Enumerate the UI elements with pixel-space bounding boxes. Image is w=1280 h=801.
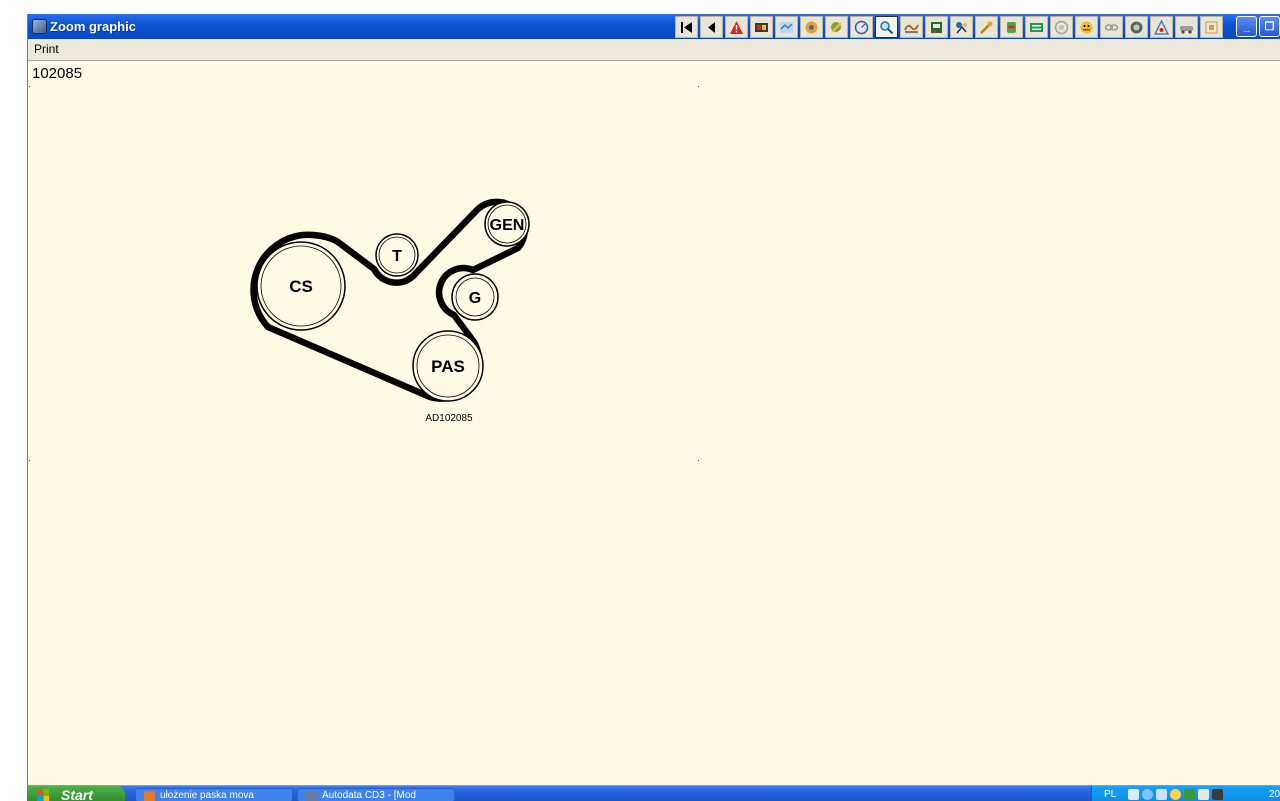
pulley-cs: CS bbox=[257, 242, 345, 330]
repair-button[interactable] bbox=[950, 16, 973, 38]
warning-button[interactable] bbox=[725, 16, 748, 38]
gauge-button[interactable] bbox=[850, 16, 873, 38]
pulley-label-pas: PAS bbox=[431, 357, 465, 376]
engine-data-button[interactable] bbox=[750, 16, 773, 38]
belt-button[interactable] bbox=[900, 16, 923, 38]
key-button[interactable] bbox=[975, 16, 998, 38]
menu-bar: Print bbox=[28, 39, 1280, 61]
maximize-button[interactable]: ❐ bbox=[1259, 16, 1280, 37]
start-label: Start bbox=[61, 787, 93, 801]
security-icon[interactable] bbox=[1170, 789, 1181, 800]
maximize-icon: ❐ bbox=[1265, 20, 1275, 33]
pulley-label-gen: GEN bbox=[490, 217, 525, 234]
system-tray: PL 20 bbox=[1091, 786, 1280, 801]
zoom-graphic-button[interactable] bbox=[875, 16, 898, 38]
lift-button[interactable] bbox=[925, 16, 948, 38]
previous-button[interactable] bbox=[700, 16, 723, 38]
vehicle-button[interactable] bbox=[1175, 16, 1198, 38]
clock[interactable]: 20 bbox=[1269, 789, 1280, 800]
figure-code: AD102085 bbox=[425, 413, 473, 424]
display-icon[interactable] bbox=[1198, 789, 1209, 800]
pulley-label-g: G bbox=[469, 290, 481, 307]
pulley-t: T bbox=[376, 234, 418, 276]
pulley-g: G bbox=[452, 274, 498, 320]
key-icon bbox=[979, 20, 994, 35]
chain-icon bbox=[1104, 20, 1119, 35]
adjustment-icon bbox=[779, 20, 794, 35]
volume-icon[interactable] bbox=[1212, 789, 1223, 800]
gauge-icon bbox=[854, 20, 869, 35]
title-bar[interactable]: Zoom graphic bbox=[28, 14, 1280, 39]
frame-mark-br bbox=[698, 460, 699, 461]
lamp-button[interactable] bbox=[1150, 16, 1173, 38]
taskbar-item-label: Autodata CD3 - [Mod bbox=[322, 790, 416, 801]
wiring-icon bbox=[1029, 20, 1044, 35]
lamp-icon bbox=[1154, 20, 1169, 35]
network-icon[interactable] bbox=[1142, 789, 1153, 800]
wrench-icon bbox=[829, 20, 844, 35]
frame-mark-bl bbox=[29, 460, 30, 461]
tyre-icon bbox=[1129, 20, 1144, 35]
service-icon bbox=[804, 20, 819, 35]
start-button[interactable]: Start bbox=[27, 786, 125, 801]
adjustment-button[interactable] bbox=[775, 16, 798, 38]
zoom-graphic-window: Zoom graphic bbox=[27, 14, 1280, 785]
belt-icon bbox=[904, 20, 919, 35]
update-icon[interactable] bbox=[1184, 789, 1195, 800]
tyre-button[interactable] bbox=[1125, 16, 1148, 38]
frame-mark-tl bbox=[29, 86, 30, 87]
pulley-pas: PAS bbox=[413, 331, 483, 401]
brakes-button[interactable] bbox=[1050, 16, 1073, 38]
wrench-button[interactable] bbox=[825, 16, 848, 38]
belt-routing-diagram: CS T GEN G PAS AD102085 bbox=[28, 61, 1280, 481]
pulley-gen: GEN bbox=[485, 202, 529, 246]
first-page-button[interactable] bbox=[675, 16, 698, 38]
airbag-button[interactable] bbox=[1075, 16, 1098, 38]
window-title: Zoom graphic bbox=[50, 19, 136, 34]
windows-logo-icon bbox=[37, 789, 49, 801]
graphic-canvas: 102085 CS T GEN bbox=[28, 61, 1280, 785]
lift-icon bbox=[929, 20, 944, 35]
frame-mark-tr bbox=[698, 86, 699, 87]
minimize-button[interactable]: _ bbox=[1236, 16, 1257, 37]
keyboard-icon[interactable] bbox=[1128, 789, 1139, 800]
zoom-graphic-icon bbox=[879, 20, 894, 35]
minimize-icon: _ bbox=[1243, 21, 1249, 33]
menu-print[interactable]: Print bbox=[32, 42, 61, 56]
window-controls: _ ❐ bbox=[1236, 16, 1280, 37]
pulley-label-t: T bbox=[392, 248, 402, 265]
tray-icons bbox=[1128, 789, 1223, 800]
vehicle-icon bbox=[1179, 20, 1194, 35]
electrical-button[interactable] bbox=[1000, 16, 1023, 38]
wireless-icon[interactable] bbox=[1156, 789, 1167, 800]
desktop-edge bbox=[0, 0, 27, 800]
chain-button[interactable] bbox=[1100, 16, 1123, 38]
repair-icon bbox=[954, 20, 969, 35]
previous-icon bbox=[704, 20, 719, 35]
settings-icon bbox=[1204, 20, 1219, 35]
wiring-button[interactable] bbox=[1025, 16, 1048, 38]
language-indicator[interactable]: PL bbox=[1104, 789, 1116, 800]
app-icon[interactable] bbox=[32, 19, 47, 34]
taskbar-item-label: ułożenie paska mova bbox=[160, 790, 254, 801]
taskbar-item-autodata[interactable]: Autodata CD3 - [Mod bbox=[297, 788, 455, 801]
airbag-icon bbox=[1079, 20, 1094, 35]
pulley-label-cs: CS bbox=[289, 277, 313, 296]
electrical-icon bbox=[1004, 20, 1019, 35]
service-button[interactable] bbox=[800, 16, 823, 38]
toolbar bbox=[675, 16, 1223, 38]
taskbar-item-browser[interactable]: ułożenie paska mova bbox=[135, 788, 293, 801]
engine-data-icon bbox=[754, 20, 769, 35]
taskbar: Start ułożenie paska mova Autodata CD3 -… bbox=[27, 785, 1280, 801]
first-page-icon bbox=[679, 20, 694, 35]
settings-button[interactable] bbox=[1200, 16, 1223, 38]
brakes-icon bbox=[1054, 20, 1069, 35]
warning-icon bbox=[729, 20, 744, 35]
